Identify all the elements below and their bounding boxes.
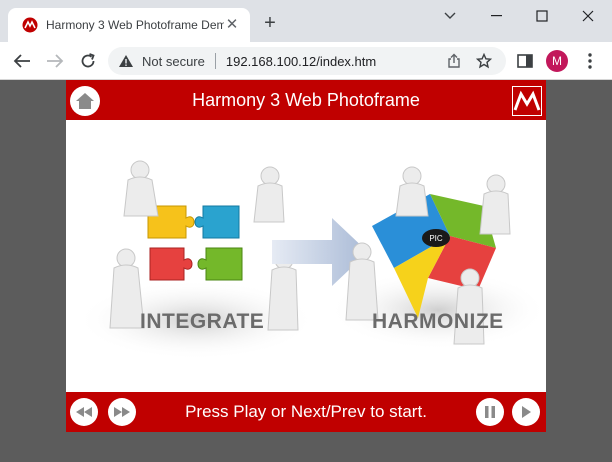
pause-button[interactable] [476, 398, 504, 426]
reload-icon[interactable] [78, 51, 98, 71]
profile-avatar[interactable]: M [546, 50, 568, 72]
pic-label: PIC [429, 234, 443, 243]
browser-tab-strip: Harmony 3 Web Photoframe Demo ✕ + [0, 0, 612, 42]
more-menu-icon[interactable] [584, 51, 596, 71]
fast-forward-icon [114, 407, 130, 417]
previous-button[interactable] [70, 398, 98, 426]
maximize-icon[interactable] [530, 6, 554, 26]
harmonize-caption: HARMONIZE [372, 310, 504, 333]
play-button[interactable] [512, 398, 540, 426]
back-arrow-icon[interactable] [12, 51, 32, 71]
minimize-icon[interactable] [485, 6, 509, 26]
browser-tab[interactable]: Harmony 3 Web Photoframe Demo ✕ [8, 8, 250, 42]
status-message: Press Play or Next/Prev to start. [185, 402, 427, 421]
microchip-logo [512, 86, 542, 116]
rewind-icon [76, 407, 92, 417]
close-window-icon[interactable] [576, 6, 600, 26]
home-icon [76, 93, 94, 109]
browser-toolbar: Not secure 192.168.100.12/index.htm M [0, 42, 612, 80]
pause-icon [485, 406, 495, 418]
side-panel-icon[interactable] [515, 51, 535, 71]
microchip-favicon-icon [22, 17, 38, 33]
forward-arrow-icon[interactable] [45, 51, 65, 71]
app-title: Harmony 3 Web Photoframe [192, 90, 420, 110]
slideshow-image: PIC INTEGRATE HARMONIZE [66, 120, 546, 392]
tab-search-chevron-icon[interactable] [438, 6, 462, 26]
play-icon [522, 406, 531, 418]
security-status[interactable]: Not secure [142, 54, 205, 69]
app-header: Harmony 3 Web Photoframe [66, 80, 546, 120]
app-footer: Press Play or Next/Prev to start. [66, 392, 546, 432]
omnibox-divider [214, 53, 216, 69]
bookmark-star-icon[interactable] [476, 53, 492, 69]
home-button[interactable] [70, 86, 100, 116]
integrate-caption: INTEGRATE [140, 310, 265, 333]
share-icon[interactable] [446, 53, 462, 69]
photoframe-app: Harmony 3 Web Photoframe PIC INTEGRATE H… [66, 80, 546, 432]
new-tab-icon[interactable]: + [260, 13, 280, 33]
tab-title: Harmony 3 Web Photoframe Demo [46, 18, 224, 32]
integrate-harmonize-illustration: PIC [76, 160, 546, 360]
scattered-puzzle-pieces [147, 205, 243, 281]
next-button[interactable] [108, 398, 136, 426]
tab-close-icon[interactable]: ✕ [224, 17, 240, 33]
address-bar[interactable]: Not secure 192.168.100.12/index.htm [108, 47, 506, 75]
warning-triangle-icon[interactable] [118, 54, 134, 68]
url-text[interactable]: 192.168.100.12/index.htm [226, 54, 376, 69]
